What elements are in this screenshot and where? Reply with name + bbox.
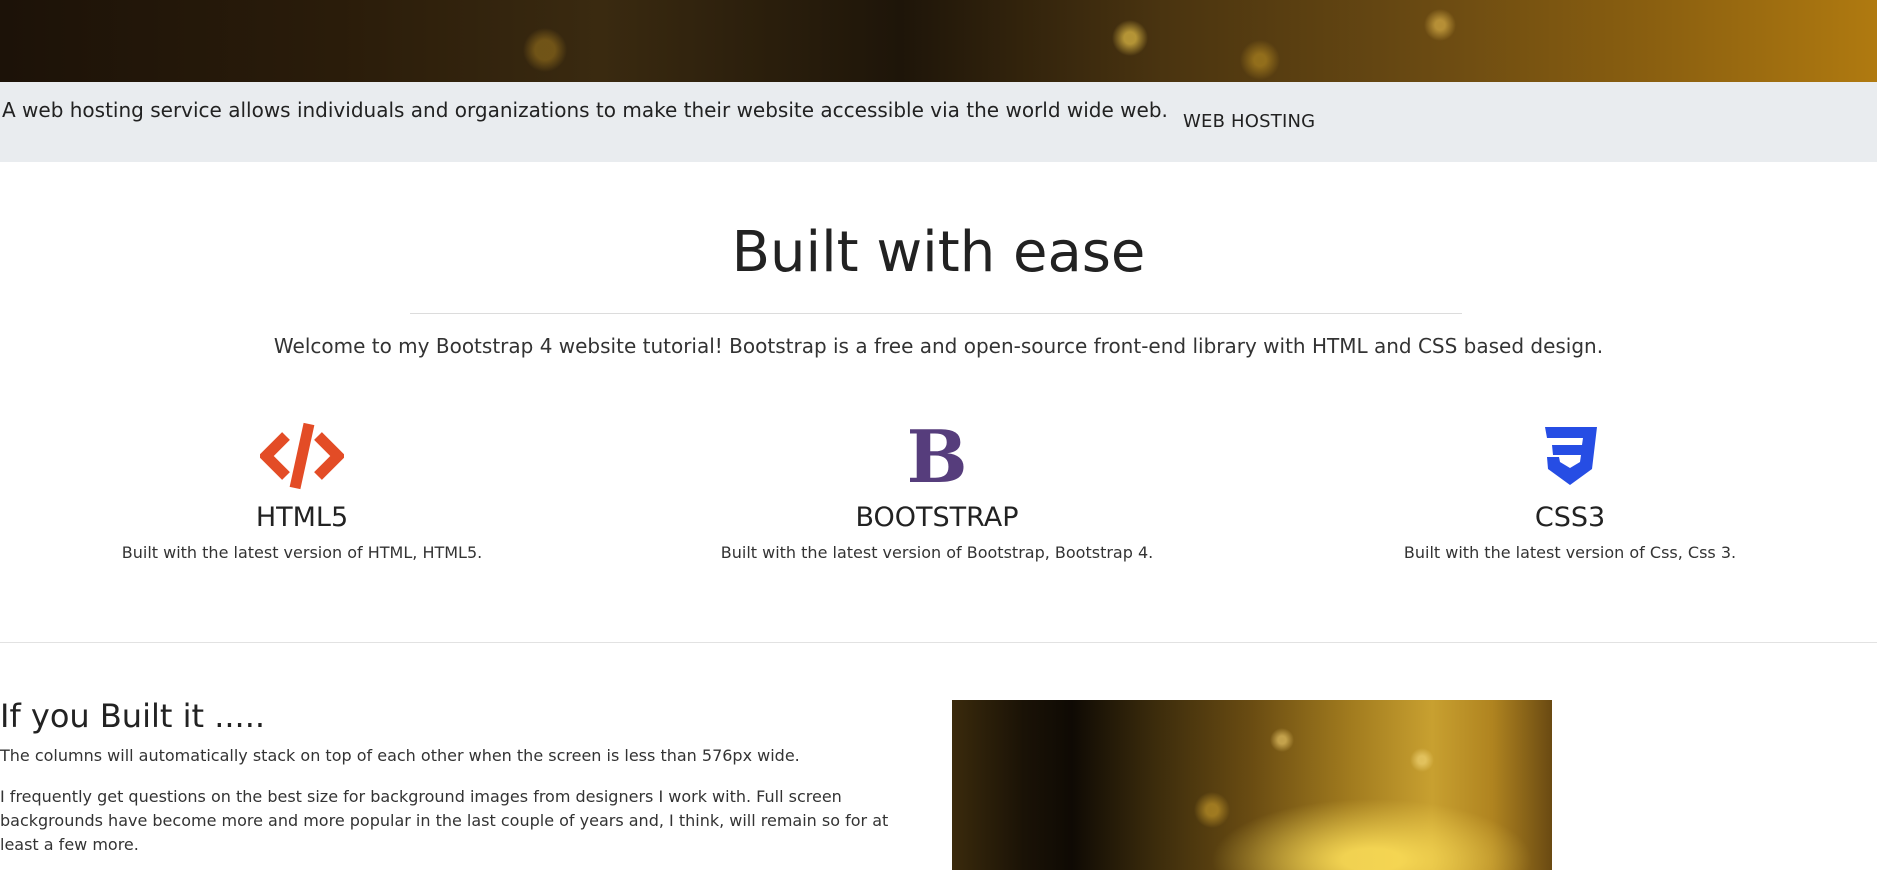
feature-description: Built with the latest version of Css, Cs… [1403,543,1737,562]
bottom-paragraph-2: I frequently get questions on the best s… [0,787,889,854]
feature-html5: HTML5 Built with the latest version of H… [2,420,602,562]
section-divider [0,642,1877,643]
svg-text:B: B [910,424,964,488]
info-bar-text: A web hosting service allows individuals… [2,98,1168,122]
info-bar [0,82,1877,162]
bottom-section-image [952,700,1552,870]
feature-css3: CSS3 Built with the latest version of Cs… [1270,420,1870,562]
section-title: Built with ease [731,220,1146,285]
feature-title: BOOTSTRAP [855,502,1019,533]
html5-code-icon [2,420,602,492]
feature-description: Built with the latest version of HTML, H… [121,543,483,562]
css3-icon [1270,420,1870,492]
feature-bootstrap: B BOOTSTRAP Built with the latest versio… [637,420,1237,562]
web-hosting-link[interactable]: WEB HOSTING [1183,111,1315,132]
hero-background-image [0,0,1877,82]
bottom-section-title: If you Built it ..... [0,697,266,735]
feature-title: CSS3 [1534,502,1606,533]
feature-title: HTML5 [255,502,349,533]
feature-description: Built with the latest version of Bootstr… [720,543,1154,562]
bottom-paragraph-1: The columns will automatically stack on … [0,746,800,765]
bootstrap-icon: B [637,420,1237,492]
title-divider [410,313,1462,314]
intro-lead-text: Welcome to my Bootstrap 4 website tutori… [273,334,1604,358]
